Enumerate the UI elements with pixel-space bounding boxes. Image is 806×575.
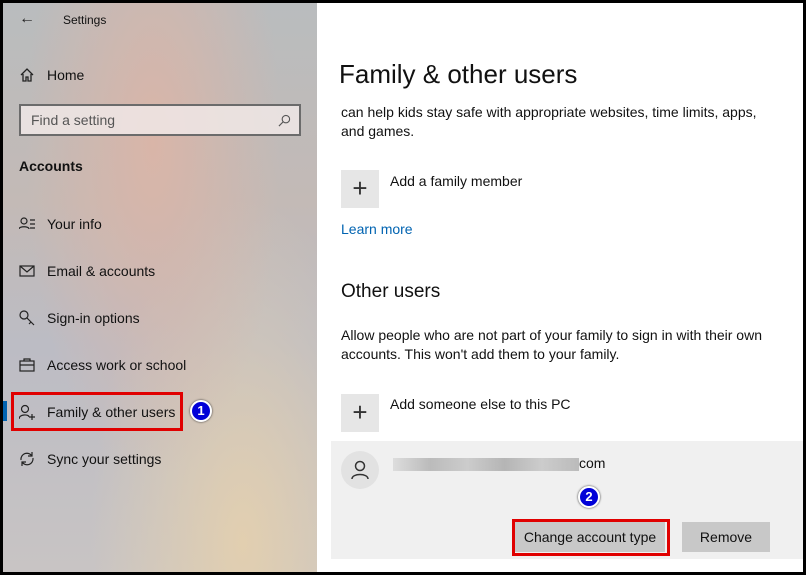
sidebar-item-email[interactable]: Email & accounts bbox=[19, 263, 155, 279]
sidebar-item-sync[interactable]: Sync your settings bbox=[19, 451, 161, 467]
sidebar-item-sign-in[interactable]: Sign-in options bbox=[19, 310, 140, 326]
key-icon bbox=[19, 310, 35, 326]
settings-window: ← Settings Home Find a setting Accounts … bbox=[3, 3, 803, 572]
highlight-box-1 bbox=[11, 392, 183, 431]
section-heading: Accounts bbox=[19, 158, 83, 174]
page-title: Family & other users bbox=[339, 59, 578, 89]
add-someone-icon[interactable]: + bbox=[341, 394, 379, 432]
search-icon bbox=[278, 114, 291, 127]
sidebar-item-label: Sync your settings bbox=[47, 451, 162, 467]
other-users-heading: Other users bbox=[341, 281, 441, 302]
sidebar-home[interactable]: Home bbox=[19, 67, 84, 83]
search-placeholder: Find a setting bbox=[31, 112, 116, 128]
other-users-description: Allow people who are not part of your fa… bbox=[341, 327, 762, 362]
sidebar: ← Settings Home Find a setting Accounts … bbox=[3, 3, 317, 572]
sidebar-item-label: Sign-in options bbox=[47, 310, 140, 326]
person-icon bbox=[351, 460, 369, 480]
search-input[interactable]: Find a setting bbox=[19, 104, 301, 136]
avatar bbox=[341, 451, 379, 489]
sidebar-item-label: Email & accounts bbox=[47, 263, 156, 279]
redacted-email bbox=[393, 458, 579, 471]
remove-button[interactable]: Remove bbox=[682, 522, 770, 552]
step-badge-2: 2 bbox=[578, 486, 600, 508]
window-title: Settings bbox=[63, 13, 107, 27]
family-description: can help kids stay safe with appropriate… bbox=[341, 104, 757, 139]
selection-indicator bbox=[3, 401, 7, 421]
sidebar-item-your-info[interactable]: Your info bbox=[19, 216, 102, 232]
add-family-member-button[interactable]: Add a family member bbox=[390, 173, 522, 189]
step-badge-1: 1 bbox=[190, 400, 212, 422]
sidebar-item-label: Access work or school bbox=[47, 357, 187, 373]
sidebar-item-work[interactable]: Access work or school bbox=[19, 357, 186, 373]
home-icon bbox=[20, 68, 34, 82]
user-account-card[interactable]: com 2 Change account type Remove bbox=[331, 441, 803, 559]
briefcase-icon bbox=[19, 358, 35, 372]
add-family-icon[interactable]: + bbox=[341, 170, 379, 208]
main-content: Family & other users can help kids stay … bbox=[317, 3, 803, 572]
user-email-suffix: com bbox=[579, 455, 606, 471]
back-button[interactable]: ← bbox=[19, 10, 35, 28]
home-label: Home bbox=[47, 67, 85, 83]
sync-icon bbox=[20, 452, 34, 466]
sidebar-item-label: Your info bbox=[47, 216, 102, 232]
person-list-icon bbox=[19, 217, 35, 230]
add-someone-button[interactable]: Add someone else to this PC bbox=[390, 396, 571, 412]
mail-icon bbox=[19, 265, 35, 277]
highlight-box-2 bbox=[512, 519, 670, 556]
learn-more-link[interactable]: Learn more bbox=[341, 221, 413, 237]
